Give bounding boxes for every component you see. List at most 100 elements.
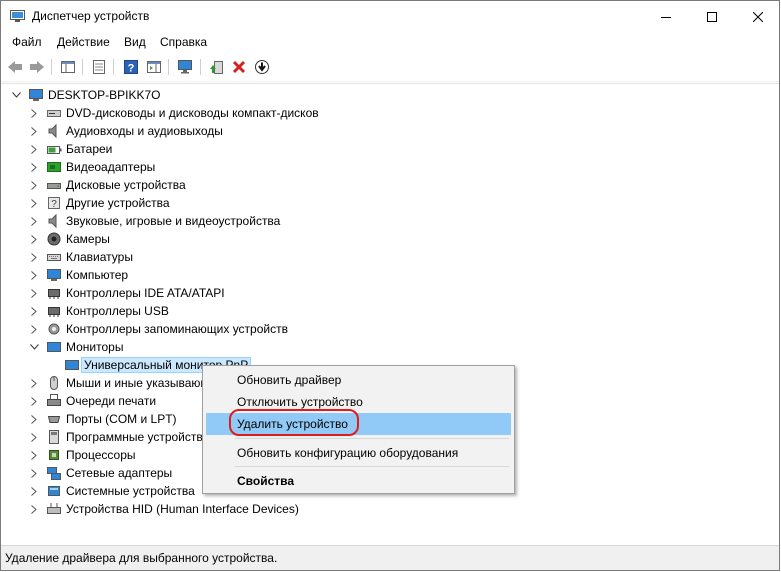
chevron-right-icon[interactable] [28,431,40,443]
chevron-right-icon[interactable] [28,161,40,173]
tree-category[interactable]: Камеры [28,230,110,248]
tree-label: Видеоадаптеры [66,160,156,174]
device-manager-icon [10,10,25,22]
forward-button[interactable] [27,57,47,77]
back-arrow-icon [8,61,22,73]
scan-hardware-menu-item[interactable]: Обновить конфигурацию оборудования [206,442,511,464]
console-tree-icon [61,61,75,73]
chevron-right-icon[interactable] [28,377,40,389]
monitor-icon [64,357,80,373]
menu-help[interactable]: Справка [160,35,207,49]
chevron-down-icon[interactable] [28,341,40,353]
properties-menu-item[interactable]: Свойства [206,470,511,492]
tree-category[interactable]: Аудиовходы и аудиовыходы [28,122,223,140]
tree-category[interactable]: Контроллеры IDE ATA/ATAPI [28,284,225,302]
scan-hardware-toolbar-button[interactable] [175,57,195,77]
tree-label: Батареи [66,142,113,156]
toolbar: ? [1,53,779,82]
tree-root[interactable]: DESKTOP-BPIKK7O [10,86,160,104]
maximize-icon [707,11,717,22]
tree-category[interactable]: Программные устройства [28,428,209,446]
tree-label: Клавиатуры [66,250,133,264]
minimize-button[interactable] [643,1,689,32]
properties-toolbar-button[interactable] [89,57,109,77]
status-text: Удаление драйвера для выбранного устройс… [5,551,278,565]
tree-category[interactable]: Дисковые устройства [28,176,186,194]
computer-icon [46,267,62,283]
title-bar[interactable]: Диспетчер устройств [1,1,779,32]
storage-controller-icon [46,321,62,337]
update-driver-toolbar-button[interactable] [207,57,227,77]
chevron-right-icon[interactable] [28,233,40,245]
properties-icon [93,60,105,74]
chevron-right-icon[interactable] [28,143,40,155]
tree-category[interactable]: Порты (COM и LPT) [28,410,177,428]
maximize-button[interactable] [689,1,735,32]
tree-category[interactable]: Сетевые адаптеры [28,464,172,482]
help-button[interactable]: ? [121,57,141,77]
update-driver-icon [210,61,223,74]
chevron-right-icon[interactable] [28,179,40,191]
tree-label: Очереди печати [66,394,157,408]
chevron-right-icon[interactable] [28,467,40,479]
download-circle-icon [255,60,269,74]
toolbar-separator [168,59,169,75]
disable-device-toolbar-button[interactable] [252,57,272,77]
tree-category[interactable]: ? Другие устройства [28,194,170,212]
chevron-right-icon[interactable] [28,125,40,137]
chevron-right-icon[interactable] [28,287,40,299]
minimize-icon [661,16,671,18]
back-button[interactable] [5,57,25,77]
tree-category[interactable]: Устройства HID (Human Interface Devices) [28,500,299,518]
chevron-right-icon[interactable] [28,251,40,263]
chevron-right-icon[interactable] [28,215,40,227]
tree-category[interactable]: Контроллеры USB [28,302,169,320]
chevron-right-icon[interactable] [28,503,40,515]
menu-file[interactable]: Файл [12,35,42,49]
keyboard-icon [46,249,62,265]
tree-category[interactable]: Батареи [28,140,112,158]
tree-category[interactable]: Контроллеры запоминающих устройств [28,320,288,338]
tree-category[interactable]: DVD-дисководы и дисководы компакт-дисков [28,104,319,122]
close-button[interactable] [735,1,779,32]
tree-category[interactable]: Компьютер [28,266,128,284]
forward-arrow-icon [30,61,44,73]
chevron-right-icon[interactable] [28,197,40,209]
action-pane-button[interactable] [144,57,164,77]
computer-icon [28,87,44,103]
battery-icon [46,141,62,157]
help-icon: ? [124,60,138,75]
chevron-right-icon[interactable] [28,305,40,317]
chevron-right-icon[interactable] [28,485,40,497]
tree-category-expanded[interactable]: Мониторы [28,338,123,356]
menu-bar: Файл Действие Вид Справка [1,32,779,53]
window-title: Диспетчер устройств [32,9,150,23]
update-driver-menu-item[interactable]: Обновить драйвер [206,369,511,391]
show-hide-console-tree-button[interactable] [58,57,78,77]
tree-category[interactable]: Клавиатуры [28,248,133,266]
tree-label: Камеры [66,232,110,246]
menu-action[interactable]: Действие [57,35,110,49]
tree-category[interactable]: Процессоры [28,446,136,464]
chevron-right-icon[interactable] [28,269,40,281]
toolbar-separator [82,59,83,75]
chevron-right-icon[interactable] [28,413,40,425]
chevron-right-icon[interactable] [28,449,40,461]
chevron-right-icon[interactable] [28,107,40,119]
tree-label: Контроллеры USB [66,304,169,318]
tree-category[interactable]: Системные устройства [28,482,195,500]
tree-label: Программные устройства [66,430,210,444]
sound-icon [46,213,62,229]
tree-category[interactable]: Очереди печати [28,392,156,410]
tree-category[interactable]: Звуковые, игровые и видеоустройства [28,212,280,230]
processor-icon [46,447,62,463]
tree-category[interactable]: Видеоадаптеры [28,158,155,176]
chevron-down-icon[interactable] [10,89,22,101]
uninstall-device-toolbar-button[interactable] [229,57,249,77]
tree-label: Контроллеры запоминающих устройств [66,322,288,336]
chevron-right-icon[interactable] [28,395,40,407]
status-bar: Удаление драйвера для выбранного устройс… [1,545,779,570]
monitor-icon [46,339,62,355]
menu-view[interactable]: Вид [124,35,146,49]
chevron-right-icon[interactable] [28,323,40,335]
